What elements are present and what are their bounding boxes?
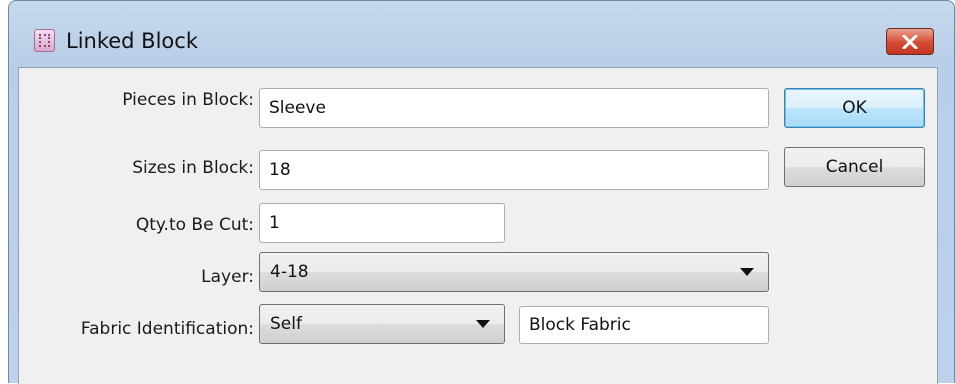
quilt-block-icon [34,29,55,52]
close-button[interactable] [886,28,934,55]
chevron-down-icon [740,268,754,276]
cancel-button-label: Cancel [825,157,884,177]
fabric-selected-value: Self [270,314,302,334]
chevron-down-icon [476,320,490,328]
sizes-in-block-input[interactable] [259,150,769,190]
pieces-in-block-input[interactable] [259,88,769,128]
ok-button[interactable]: OK [784,88,925,128]
qty-to-be-cut-label: Qty.to Be Cut: [135,215,254,235]
dialog-body: Pieces in Block: Sizes in Block: Qty.to … [18,67,938,384]
layer-label: Layer: [201,267,254,287]
cancel-button[interactable]: Cancel [784,147,925,187]
qty-to-be-cut-input[interactable] [259,203,505,243]
sizes-in-block-label: Sizes in Block: [132,158,254,178]
fabric-identification-dropdown[interactable]: Self [259,304,505,344]
layer-dropdown[interactable]: 4-18 [259,252,769,292]
fabric-identification-label: Fabric Identification: [80,319,254,339]
dialog-window: Linked Block Pieces in Block: Sizes in B… [8,0,955,384]
close-icon [902,34,918,49]
layer-selected-value: 4-18 [270,262,309,282]
fabric-name-input[interactable] [519,306,769,344]
pieces-in-block-label: Pieces in Block: [122,90,254,110]
ok-button-label: OK [842,98,867,118]
title-bar[interactable]: Linked Block [9,1,954,67]
window-title: Linked Block [66,29,198,53]
